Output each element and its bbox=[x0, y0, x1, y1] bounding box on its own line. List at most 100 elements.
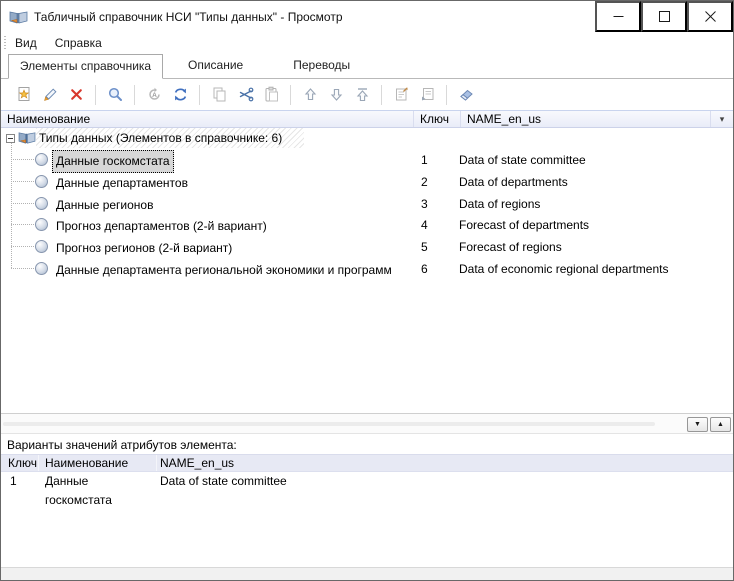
paste-button[interactable] bbox=[258, 83, 284, 107]
copy-icon bbox=[211, 86, 228, 103]
svg-text:A: A bbox=[152, 92, 157, 99]
panel-splitter[interactable]: ▼ ▲ bbox=[1, 413, 733, 434]
tree-item-label: Прогноз департаментов (2-й вариант) bbox=[52, 215, 271, 238]
toolbar: A bbox=[1, 79, 733, 110]
splitter-groove bbox=[3, 422, 655, 426]
eraser-button[interactable] bbox=[453, 83, 479, 107]
maximize-button[interactable] bbox=[641, 1, 687, 32]
cell-key: 4 bbox=[421, 215, 428, 236]
edit-pencil-icon bbox=[42, 86, 59, 103]
tree-item[interactable]: Данные департаментов 2 Data of departmen… bbox=[1, 171, 733, 193]
variants-column-key: Ключ bbox=[1, 455, 39, 471]
cell-name-en: Data of regions bbox=[459, 194, 540, 215]
move-to-top-button[interactable] bbox=[349, 83, 375, 107]
refresh-button[interactable] bbox=[167, 83, 193, 107]
toolbar-separator bbox=[290, 85, 291, 105]
close-icon bbox=[705, 11, 716, 22]
menu-help[interactable]: Справка bbox=[46, 33, 111, 53]
splitter-collapse-button[interactable]: ▼ bbox=[687, 417, 708, 432]
cell-name-en: Forecast of regions bbox=[459, 237, 562, 258]
element-sphere-icon bbox=[35, 240, 48, 253]
collapse-icon[interactable] bbox=[6, 134, 15, 143]
column-header-name-en[interactable]: NAME_en_us bbox=[461, 111, 711, 127]
variants-column-name-en: NAME_en_us bbox=[157, 455, 733, 471]
column-header-name[interactable]: Наименование bbox=[1, 111, 414, 127]
cell-key: 3 bbox=[421, 194, 428, 215]
tree-root-label: Типы данных (Элементов в справочнике: 6) bbox=[36, 128, 304, 148]
element-sphere-icon bbox=[35, 153, 48, 166]
cell-name-en: Forecast of departments bbox=[459, 215, 589, 236]
tree-item-label: Прогноз регионов (2-й вариант) bbox=[52, 237, 236, 260]
cell-key: 6 bbox=[421, 259, 428, 280]
move-up-button[interactable] bbox=[297, 83, 323, 107]
minimize-button[interactable] bbox=[595, 1, 641, 32]
menu-view[interactable]: Вид bbox=[6, 33, 46, 53]
status-bar bbox=[1, 567, 733, 580]
element-sphere-icon bbox=[35, 197, 48, 210]
cut-button[interactable] bbox=[232, 83, 258, 107]
cell-key: 1 bbox=[1, 472, 39, 491]
reference-tree: Типы данных (Элементов в справочнике: 6)… bbox=[1, 128, 733, 413]
variants-table-header: Ключ Наименование NAME_en_us bbox=[1, 454, 733, 472]
card-view-button[interactable] bbox=[414, 83, 440, 107]
paste-clipboard-icon bbox=[263, 86, 280, 103]
cell-name-en: Data of state committee bbox=[157, 472, 733, 491]
close-button[interactable] bbox=[687, 1, 733, 32]
tree-item[interactable]: Прогноз департаментов (2-й вариант) 4 Fo… bbox=[1, 214, 733, 236]
tree-item-label: Данные департамента региональной экономи… bbox=[52, 259, 396, 282]
cell-name-en: Data of economic regional departments bbox=[459, 259, 668, 280]
copy-button[interactable] bbox=[206, 83, 232, 107]
move-down-icon bbox=[328, 86, 345, 103]
tree-item-label: Данные госкомстата bbox=[52, 150, 174, 173]
title-bar: Табличный справочник НСИ "Типы данных" -… bbox=[1, 1, 733, 32]
eraser-icon bbox=[458, 86, 475, 103]
refresh-all-icon: A bbox=[146, 86, 163, 103]
delete-x-icon bbox=[68, 86, 85, 103]
menu-bar: Вид Справка bbox=[1, 32, 733, 53]
column-chooser-button[interactable]: ▾ bbox=[711, 111, 733, 127]
grid-header: Наименование Ключ NAME_en_us ▾ bbox=[1, 110, 733, 128]
search-button[interactable] bbox=[102, 83, 128, 107]
search-icon bbox=[107, 86, 124, 103]
toolbar-separator bbox=[446, 85, 447, 105]
toolbar-separator bbox=[134, 85, 135, 105]
tree-item[interactable]: Данные департамента региональной экономи… bbox=[1, 258, 733, 280]
tab-description[interactable]: Описание bbox=[163, 54, 268, 78]
variants-column-name: Наименование bbox=[39, 455, 157, 471]
app-window: Табличный справочник НСИ "Типы данных" -… bbox=[0, 0, 734, 581]
tab-elements[interactable]: Элементы справочника bbox=[8, 54, 163, 79]
variants-table-row[interactable]: 1 Данные госкомстата Data of state commi… bbox=[1, 472, 733, 491]
tab-translations[interactable]: Переводы bbox=[268, 54, 375, 78]
edit-item-button[interactable] bbox=[37, 83, 63, 107]
tree-item[interactable]: Данные госкомстата 1 Data of state commi… bbox=[1, 149, 733, 171]
toolbar-separator bbox=[381, 85, 382, 105]
card-edit-button[interactable] bbox=[388, 83, 414, 107]
maximize-icon bbox=[659, 11, 670, 22]
new-item-button[interactable] bbox=[11, 83, 37, 107]
cell-name-en: Data of state committee bbox=[459, 150, 586, 171]
cell-name-en: Data of departments bbox=[459, 172, 568, 193]
reference-book-icon bbox=[18, 130, 36, 151]
cell-key: 2 bbox=[421, 172, 428, 193]
tree-item[interactable]: Прогноз регионов (2-й вариант) 5 Forecas… bbox=[1, 236, 733, 258]
tree-root-row[interactable]: Типы данных (Элементов в справочнике: 6) bbox=[1, 128, 733, 149]
attribute-variants-label: Варианты значений атрибутов элемента: bbox=[7, 437, 237, 453]
move-down-button[interactable] bbox=[323, 83, 349, 107]
tree-item-label: Данные департаментов bbox=[52, 172, 192, 195]
tab-strip: Элементы справочника Описание Переводы bbox=[1, 53, 733, 79]
refresh-all-button[interactable]: A bbox=[141, 83, 167, 107]
toolbar-separator bbox=[95, 85, 96, 105]
cut-scissors-icon bbox=[237, 86, 254, 103]
cell-key: 5 bbox=[421, 237, 428, 258]
cell-key: 1 bbox=[421, 150, 428, 171]
cell-name: Данные госкомстата bbox=[39, 472, 157, 491]
toolbar-separator bbox=[199, 85, 200, 105]
column-header-key[interactable]: Ключ bbox=[414, 111, 461, 127]
window-title: Табличный справочник НСИ "Типы данных" -… bbox=[34, 10, 343, 24]
tree-item[interactable]: Данные регионов 3 Data of regions bbox=[1, 193, 733, 215]
splitter-expand-button[interactable]: ▲ bbox=[710, 417, 731, 432]
move-up-icon bbox=[302, 86, 319, 103]
refresh-icon bbox=[172, 86, 189, 103]
delete-item-button[interactable] bbox=[63, 83, 89, 107]
move-to-top-icon bbox=[354, 86, 371, 103]
